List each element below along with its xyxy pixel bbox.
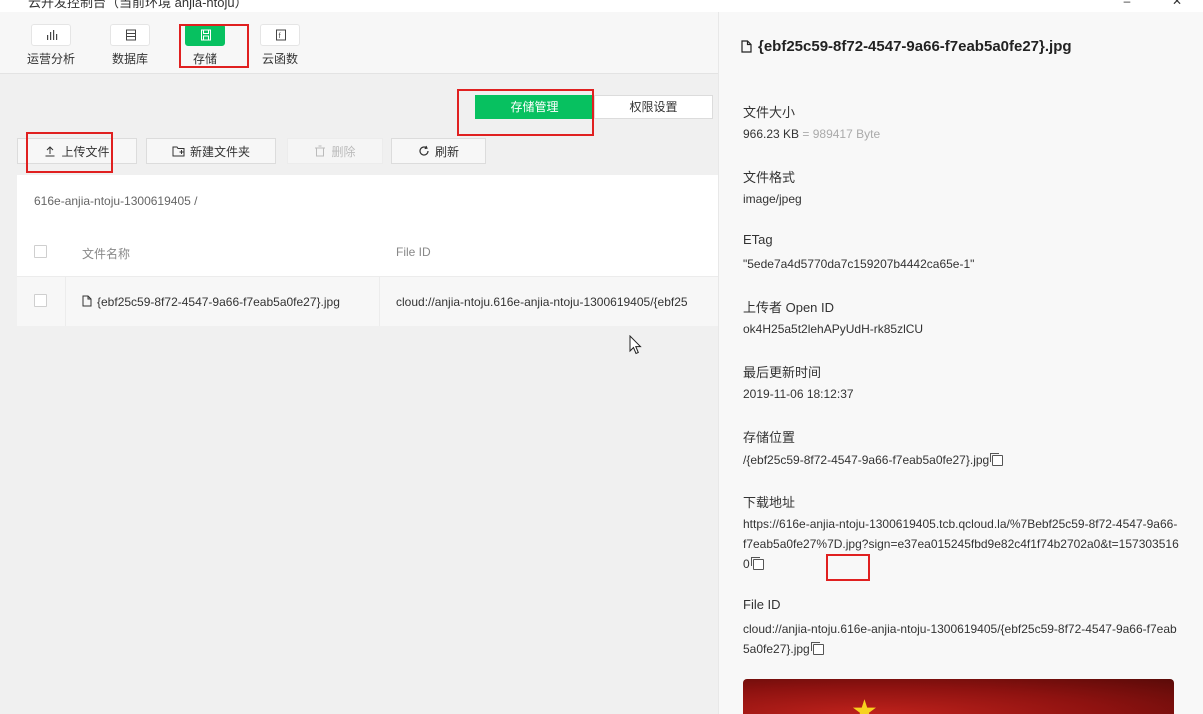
- table-row[interactable]: {ebf25c59-8f72-4547-9a66-f7eab5a0fe27}.j…: [17, 277, 718, 326]
- detail-title: {ebf25c59-8f72-4547-9a66-f7eab5a0fe27}.j…: [741, 38, 1072, 55]
- download-label: 下载地址: [743, 495, 796, 510]
- close-icon[interactable]: ✕: [1170, 0, 1184, 8]
- download-url[interactable]: https://616e-anjia-ntoju-1300619405.tcb.…: [743, 517, 1179, 571]
- column-header-file-id: File ID: [396, 245, 431, 259]
- file-id-cell: cloud://anjia-ntoju.616e-anjia-ntoju-130…: [396, 295, 688, 309]
- column-divider: [379, 277, 380, 326]
- fileid-text: cloud://anjia-ntoju.616e-anjia-ntoju-130…: [743, 622, 1177, 656]
- breadcrumb[interactable]: 616e-anjia-ntoju-1300619405 /: [34, 194, 197, 208]
- uploader-label: 上传者 Open ID: [743, 300, 835, 315]
- file-icon: [82, 295, 92, 307]
- nav-label: 数据库: [111, 52, 148, 66]
- delete-label: 删除: [331, 144, 356, 159]
- mouse-cursor-icon: [629, 335, 642, 355]
- delete-button[interactable]: 删除: [287, 138, 383, 164]
- copy-icon[interactable]: [810, 642, 824, 656]
- column-header-name: 文件名称: [82, 247, 131, 261]
- table-header: 文件名称 File ID: [17, 227, 718, 277]
- image-preview: ★: [743, 679, 1174, 714]
- refresh-label: 刷新: [434, 144, 459, 159]
- main-nav: 运营分析 数据库 存储 f 云函数: [0, 12, 718, 74]
- svg-text:f: f: [279, 33, 281, 40]
- refresh-button[interactable]: 刷新: [391, 138, 486, 164]
- upload-file-label: 上传文件: [61, 144, 110, 159]
- star-icon: ★: [851, 695, 878, 714]
- location-label: 存储位置: [743, 430, 796, 445]
- format-value: image/jpeg: [743, 192, 802, 206]
- function-icon: f: [260, 24, 300, 46]
- location-value: /{ebf25c59-8f72-4547-9a66-f7eab5a0fe27}.…: [743, 450, 1004, 470]
- tab-storage-manage[interactable]: 存储管理: [475, 95, 594, 119]
- window-titlebar: 云开发控制台（当前环境 anjia-ntoju） – ✕: [0, 0, 1203, 12]
- refresh-icon: [419, 145, 429, 156]
- size-value: 966.23 KB = 989417 Byte: [743, 124, 880, 144]
- etag-label: ETag: [743, 232, 773, 247]
- new-folder-label: 新建文件夹: [189, 144, 250, 159]
- upload-icon: [45, 146, 55, 157]
- row-checkbox[interactable]: [34, 294, 47, 307]
- column-divider: [65, 277, 66, 326]
- location-text: /{ebf25c59-8f72-4547-9a66-f7eab5a0fe27}.…: [743, 453, 990, 467]
- file-detail-panel: {ebf25c59-8f72-4547-9a66-f7eab5a0fe27}.j…: [718, 12, 1203, 714]
- storage-content: 存储管理 权限设置 上传文件 新建文件夹 删除 刷新 616e-anjia-nt…: [0, 75, 718, 714]
- nav-label: 云函数: [261, 52, 298, 66]
- folder-icon: [172, 146, 185, 157]
- nav-item-cloud-function[interactable]: f 云函数: [250, 24, 310, 72]
- nav-item-database[interactable]: 数据库: [100, 24, 160, 72]
- database-icon: [110, 24, 150, 46]
- copy-icon[interactable]: [990, 453, 1004, 467]
- fileid-value: cloud://anjia-ntoju.616e-anjia-ntoju-130…: [743, 619, 1179, 659]
- window-title: 云开发控制台（当前环境 anjia-ntoju）: [28, 0, 248, 10]
- nav-item-analytics[interactable]: 运营分析: [21, 24, 81, 72]
- bar-chart-icon: [31, 24, 71, 46]
- tab-permission-settings[interactable]: 权限设置: [594, 95, 713, 119]
- minimize-icon[interactable]: –: [1120, 0, 1134, 8]
- nav-label: 运营分析: [26, 52, 75, 66]
- size-label: 文件大小: [743, 105, 796, 120]
- nav-item-storage[interactable]: 存储: [175, 24, 235, 72]
- storage-tabs: 存储管理 权限设置: [475, 95, 713, 119]
- select-all-checkbox[interactable]: [34, 245, 47, 258]
- download-value: https://616e-anjia-ntoju-1300619405.tcb.…: [743, 514, 1179, 574]
- etag-value: "5ede7a4d5770da7c159207b4442ca65e-1": [743, 257, 975, 271]
- updated-value: 2019-11-06 18:12:37: [743, 387, 854, 401]
- detail-title-text: {ebf25c59-8f72-4547-9a66-f7eab5a0fe27}.j…: [758, 38, 1072, 55]
- size-bytes: = 989417 Byte: [802, 127, 881, 141]
- new-folder-button[interactable]: 新建文件夹: [146, 138, 276, 164]
- copy-icon[interactable]: [750, 557, 764, 571]
- file-icon: [741, 40, 752, 53]
- nav-label: 存储: [192, 52, 217, 66]
- format-label: 文件格式: [743, 170, 796, 185]
- upload-file-button[interactable]: 上传文件: [17, 138, 137, 164]
- file-name-cell[interactable]: {ebf25c59-8f72-4547-9a66-f7eab5a0fe27}.j…: [97, 295, 340, 309]
- file-table: 616e-anjia-ntoju-1300619405 / 文件名称 File …: [17, 175, 718, 326]
- fileid-label: File ID: [743, 597, 781, 612]
- trash-icon: [315, 145, 326, 157]
- storage-icon: [185, 24, 225, 46]
- size-kb: 966.23 KB: [743, 127, 800, 141]
- updated-label: 最后更新时间: [743, 365, 822, 380]
- uploader-value: ok4H25a5t2lehAPyUdH-rk85zlCU: [743, 322, 924, 336]
